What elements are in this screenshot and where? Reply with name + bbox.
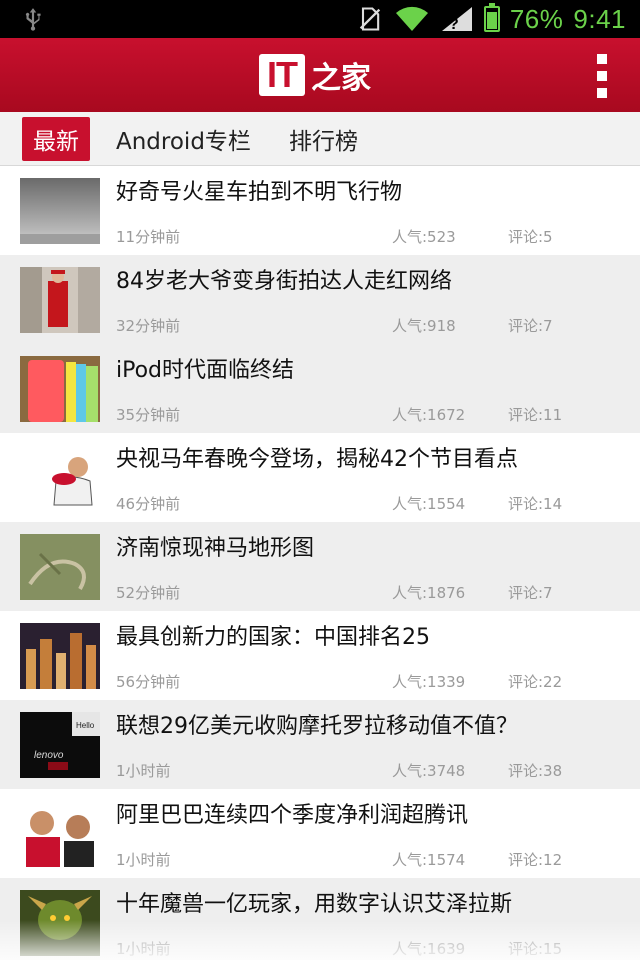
article-views: 人气:3748 — [392, 762, 466, 780]
article-thumbnail — [20, 267, 100, 333]
article-thumbnail: Hello lenovo — [20, 712, 100, 778]
article-time: 1小时前 — [116, 762, 171, 780]
list-item[interactable]: 阿里巴巴连续四个季度净利润超腾讯 1小时前 人气:1574 评论:12 — [0, 789, 640, 878]
list-item[interactable]: Hello lenovo 联想29亿美元收购摩托罗拉移动值不值？ 1小时前 人气… — [0, 700, 640, 789]
article-time: 35分钟前 — [116, 406, 181, 424]
article-thumbnail — [20, 890, 100, 956]
usb-icon — [25, 8, 41, 31]
article-thumbnail — [20, 445, 100, 511]
overflow-menu-icon[interactable] — [592, 54, 612, 98]
signal-icon: ? — [441, 7, 472, 33]
logo-box: IT — [259, 54, 305, 96]
svg-text:Hello: Hello — [76, 721, 95, 730]
clock: 9:41 — [573, 3, 626, 34]
app-header: IT 之家 — [0, 38, 640, 112]
article-title: 济南惊现神马地形图 — [116, 536, 315, 561]
list-item[interactable]: 济南惊现神马地形图 52分钟前 人气:1876 评论:7 — [0, 522, 640, 611]
article-time: 52分钟前 — [116, 584, 181, 602]
category-tabs: 最新 Android专栏 排行榜 — [0, 112, 640, 166]
article-title: 央视马年春晚今登场，揭秘42个节目看点 — [116, 447, 518, 472]
article-time: 56分钟前 — [116, 673, 181, 691]
article-views: 人气:918 — [392, 317, 456, 335]
no-sim-icon — [359, 7, 381, 31]
article-title: 最具创新力的国家：中国排名25 — [116, 625, 430, 650]
article-comments: 评论:22 — [508, 673, 563, 691]
tab-android[interactable]: Android专栏 — [104, 118, 263, 160]
article-views: 人气:1876 — [392, 584, 466, 602]
list-item[interactable]: 十年魔兽一亿玩家，用数字认识艾泽拉斯 1小时前 人气:1639 评论:15 — [0, 878, 640, 960]
article-comments: 评论:5 — [508, 228, 553, 246]
article-views: 人气:1672 — [392, 406, 466, 424]
wifi-icon — [395, 6, 428, 32]
list-item[interactable]: 央视马年春晚今登场，揭秘42个节目看点 46分钟前 人气:1554 评论:14 — [0, 433, 640, 522]
app-logo[interactable]: IT 之家 — [259, 52, 371, 98]
article-thumbnail — [20, 356, 100, 422]
article-thumbnail — [20, 534, 100, 600]
article-thumbnail — [20, 623, 100, 689]
svg-text:?: ? — [449, 16, 459, 33]
article-title: 联想29亿美元收购摩托罗拉移动值不值？ — [116, 714, 518, 739]
article-title: 阿里巴巴连续四个季度净利润超腾讯 — [116, 803, 469, 828]
article-views: 人气:1339 — [392, 673, 466, 691]
svg-text:lenovo: lenovo — [34, 750, 64, 761]
article-views: 人气:523 — [392, 228, 456, 246]
list-item[interactable]: iPod时代面临终结 35分钟前 人气:1672 评论:11 — [0, 344, 640, 433]
battery-percent: 76% — [509, 3, 564, 34]
article-thumbnail — [20, 178, 100, 244]
article-title: 好奇号火星车拍到不明飞行物 — [116, 180, 403, 205]
logo-text: 之家 — [311, 61, 371, 96]
tab-ranking[interactable]: 排行榜 — [277, 118, 370, 160]
list-item[interactable]: 好奇号火星车拍到不明飞行物 11分钟前 人气:523 评论:5 — [0, 166, 640, 255]
article-comments: 评论:15 — [508, 940, 563, 958]
article-comments: 评论:11 — [508, 406, 563, 424]
article-comments: 评论:7 — [508, 584, 553, 602]
article-comments: 评论:14 — [508, 495, 563, 513]
article-title: 84岁老大爷变身街拍达人走红网络 — [116, 269, 452, 294]
article-title: 十年魔兽一亿玩家，用数字认识艾泽拉斯 — [116, 892, 513, 917]
list-item[interactable]: 84岁老大爷变身街拍达人走红网络 32分钟前 人气:918 评论:7 — [0, 255, 640, 344]
article-views: 人气:1639 — [392, 940, 466, 958]
article-time: 46分钟前 — [116, 495, 181, 513]
status-bar: ? 76% 9:41 — [0, 0, 640, 38]
article-time: 32分钟前 — [116, 317, 181, 335]
article-comments: 评论:12 — [508, 851, 563, 869]
battery-icon — [483, 3, 500, 32]
article-comments: 评论:38 — [508, 762, 563, 780]
article-title: iPod时代面临终结 — [116, 358, 295, 383]
article-time: 1小时前 — [116, 851, 171, 869]
article-thumbnail — [20, 801, 100, 867]
article-views: 人气:1554 — [392, 495, 466, 513]
article-list: 好奇号火星车拍到不明飞行物 11分钟前 人气:523 评论:5 84岁老大爷变身… — [0, 166, 640, 960]
article-comments: 评论:7 — [508, 317, 553, 335]
article-time: 1小时前 — [116, 940, 171, 958]
list-item[interactable]: 最具创新力的国家：中国排名25 56分钟前 人气:1339 评论:22 — [0, 611, 640, 700]
article-time: 11分钟前 — [116, 228, 181, 246]
tab-latest[interactable]: 最新 — [22, 116, 90, 161]
article-views: 人气:1574 — [392, 851, 466, 869]
